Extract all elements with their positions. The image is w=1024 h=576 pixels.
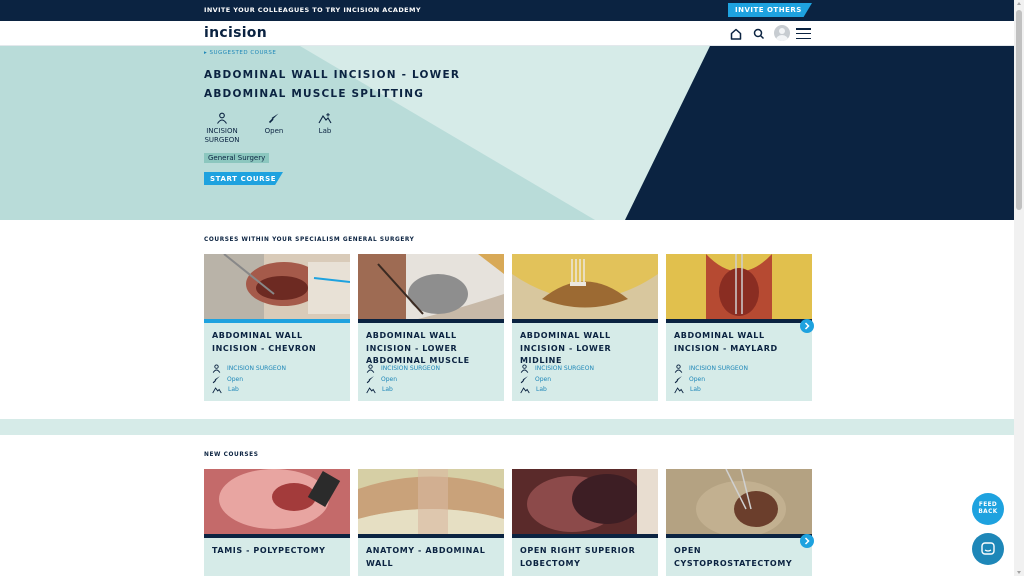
- card-title: TAMIS - POLYPECTOMY: [212, 546, 326, 555]
- course-thumbnail: [358, 254, 504, 319]
- scroll-up-icon[interactable]: [1017, 2, 1021, 5]
- course-thumbnail: [204, 254, 350, 319]
- promo-text: INVITE YOUR COLLEAGUES TO TRY INCISION A…: [204, 6, 421, 14]
- card-title: ANATOMY - ABDOMINAL WALL: [366, 546, 486, 568]
- card-title: OPEN CYSTOPROSTATECTOMY: [674, 546, 793, 568]
- chevron-right-icon: [804, 537, 810, 545]
- course-thumbnail: [512, 469, 658, 534]
- scalpel-icon: [212, 376, 220, 384]
- search-icon[interactable]: [752, 27, 766, 41]
- hero-meta-level-label: INCISION SURGEON: [204, 127, 240, 144]
- start-course-button[interactable]: START COURSE: [204, 172, 283, 185]
- course-card[interactable]: ABDOMINAL WALL INCISION - MAYLARD INCISI…: [666, 254, 812, 401]
- new-courses-section-title: NEW COURSES: [204, 452, 259, 458]
- hero-meta-setting-label: Lab: [318, 127, 332, 135]
- course-card[interactable]: ABDOMINAL WALL INCISION - CHEVRON INCISI…: [204, 254, 350, 401]
- chevron-right-icon: [804, 322, 810, 330]
- menu-icon[interactable]: [796, 28, 811, 40]
- surgeon-icon: [217, 112, 227, 124]
- card-progress-bar: [512, 319, 658, 323]
- course-thumbnail: [358, 469, 504, 534]
- surgeon-icon: [366, 364, 375, 373]
- card-meta-approach: Open: [366, 375, 397, 384]
- surgeon-icon: [520, 364, 529, 373]
- course-thumbnail: [204, 469, 350, 534]
- course-thumbnail: [666, 254, 812, 319]
- home-icon[interactable]: [729, 27, 743, 41]
- course-card[interactable]: TAMIS - POLYPECTOMY: [204, 469, 350, 576]
- card-progress-bar: [512, 534, 658, 538]
- card-title: OPEN RIGHT SUPERIOR LOBECTOMY: [520, 546, 636, 568]
- card-meta-level: INCISION SURGEON: [212, 364, 286, 373]
- card-progress-bar: [666, 534, 812, 538]
- course-card[interactable]: ANATOMY - ABDOMINAL WALL: [358, 469, 504, 576]
- course-card[interactable]: OPEN RIGHT SUPERIOR LOBECTOMY: [512, 469, 658, 576]
- card-meta-approach: Open: [674, 375, 705, 384]
- hero-meta-level: INCISION SURGEON: [203, 112, 241, 145]
- card-meta-setting: Lab: [520, 385, 547, 394]
- promo-bar: INVITE YOUR COLLEAGUES TO TRY INCISION A…: [0, 0, 1014, 21]
- card-progress-bar: [666, 319, 812, 323]
- scroll-down-icon[interactable]: [1017, 571, 1021, 574]
- scalpel-icon: [268, 113, 279, 124]
- site-header: incision: [0, 21, 1014, 46]
- course-card[interactable]: OPEN CYSTOPROSTATECTOMY: [666, 469, 812, 576]
- surgeon-icon: [212, 364, 221, 373]
- specialty-tag[interactable]: General Surgery: [204, 153, 270, 163]
- card-meta-setting: Lab: [366, 385, 393, 394]
- lab-icon: [212, 387, 222, 394]
- lab-icon: [318, 113, 332, 124]
- hero-banner: ▸ SUGGESTED COURSE ABDOMINAL WALL INCISI…: [0, 46, 1014, 220]
- course-card[interactable]: ABDOMINAL WALL INCISION - LOWER MIDLINE …: [512, 254, 658, 401]
- feedback-button[interactable]: FEED BACK: [972, 493, 1004, 525]
- scalpel-icon: [674, 376, 682, 384]
- card-meta-approach: Open: [520, 375, 551, 384]
- card-title: ABDOMINAL WALL INCISION - CHEVRON: [212, 331, 317, 353]
- hero-course-title: ABDOMINAL WALL INCISION - LOWER ABDOMINA…: [204, 69, 461, 100]
- card-meta-setting: Lab: [212, 385, 239, 394]
- surgeon-icon: [674, 364, 683, 373]
- chat-icon: [981, 542, 995, 555]
- scalpel-icon: [520, 376, 528, 384]
- lab-icon: [674, 387, 684, 394]
- specialism-section-title: COURSES WITHIN YOUR SPECIALISM GENERAL S…: [204, 237, 415, 243]
- invite-others-button[interactable]: INVITE OTHERS: [728, 3, 812, 17]
- scrollbar-thumb[interactable]: [1016, 10, 1022, 210]
- page-scrollbar[interactable]: [1014, 0, 1024, 576]
- suggested-course-label: ▸ SUGGESTED COURSE: [204, 50, 277, 56]
- hero-meta-approach-label: Open: [264, 127, 284, 135]
- card-progress-bar: [204, 319, 350, 323]
- hero-meta-approach: Open: [259, 112, 289, 136]
- carousel-next-button[interactable]: [800, 319, 814, 333]
- chat-button[interactable]: [972, 533, 1004, 565]
- hero-meta-setting: Lab: [313, 112, 337, 136]
- card-title: ABDOMINAL WALL INCISION - LOWER ABDOMINA…: [366, 331, 470, 365]
- card-title: ABDOMINAL WALL INCISION - MAYLARD: [674, 331, 778, 353]
- lab-icon: [366, 387, 376, 394]
- card-meta-approach: Open: [212, 375, 243, 384]
- lab-icon: [520, 387, 530, 394]
- card-progress-bar: [204, 534, 350, 538]
- carousel-next-button[interactable]: [800, 534, 814, 548]
- card-meta-level: INCISION SURGEON: [520, 364, 594, 373]
- card-meta-level: INCISION SURGEON: [366, 364, 440, 373]
- avatar[interactable]: [774, 25, 790, 41]
- course-thumbnail: [666, 469, 812, 534]
- course-card[interactable]: ABDOMINAL WALL INCISION - LOWER ABDOMINA…: [358, 254, 504, 401]
- card-progress-bar: [358, 319, 504, 323]
- card-progress-bar: [358, 534, 504, 538]
- course-thumbnail: [512, 254, 658, 319]
- section-divider-band: [0, 419, 1014, 435]
- incision-logo[interactable]: incision: [204, 25, 267, 41]
- card-meta-setting: Lab: [674, 385, 701, 394]
- card-meta-level: INCISION SURGEON: [674, 364, 748, 373]
- scalpel-icon: [366, 376, 374, 384]
- card-title: ABDOMINAL WALL INCISION - LOWER MIDLINE: [520, 331, 612, 365]
